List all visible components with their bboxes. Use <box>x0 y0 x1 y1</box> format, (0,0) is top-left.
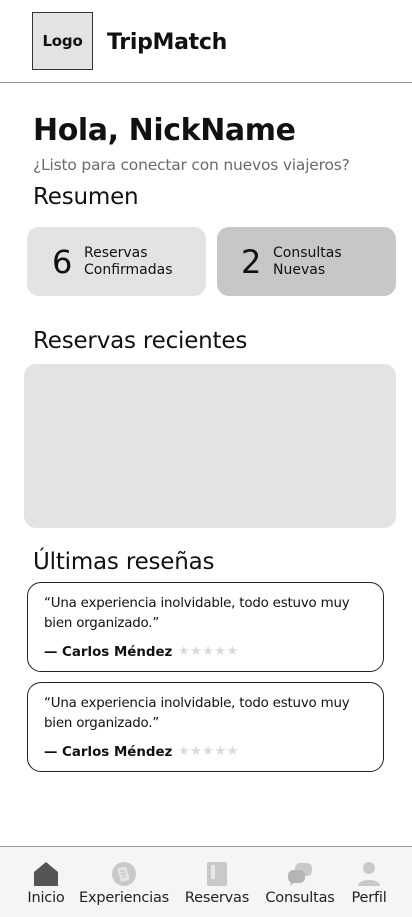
summary-label-line: Consultas <box>273 244 342 261</box>
experiences-icon <box>110 860 138 888</box>
summary-label: Consultas Nuevas <box>273 245 342 279</box>
nav-item-inicio[interactable]: Inicio <box>22 847 70 917</box>
app-title: TripMatch <box>107 30 227 55</box>
nav-label: Inicio <box>27 890 65 906</box>
reviews-title: Últimas reseñas <box>33 549 215 575</box>
nav-item-perfil[interactable]: Perfil <box>348 847 390 917</box>
recent-bookings-placeholder[interactable] <box>24 364 396 528</box>
bottom-nav: Inicio Experiencias Reservas Consultas P… <box>0 846 412 917</box>
chat-icon <box>286 860 314 888</box>
recent-bookings-title: Reservas recientes <box>33 328 248 354</box>
review-card[interactable]: “Una experiencia inolvidable, todo estuv… <box>27 682 384 772</box>
greeting-subtitle: ¿Listo para conectar con nuevos viajeros… <box>33 156 350 174</box>
summary-label-line: Nuevas <box>273 261 326 278</box>
bookings-icon <box>203 860 231 888</box>
nav-label: Perfil <box>351 890 387 906</box>
review-quote: “Una experiencia inolvidable, todo estuv… <box>44 596 350 631</box>
review-author: — Carlos Méndez <box>44 645 173 660</box>
review-stars: ★★★★★ <box>178 744 239 759</box>
profile-icon <box>355 860 383 888</box>
summary-label-line: Reservas <box>84 244 148 261</box>
logo[interactable]: Logo <box>32 12 93 70</box>
summary-label-line: Confirmadas <box>84 261 173 278</box>
summary-title: Resumen <box>33 184 139 210</box>
nav-label: Consultas <box>265 890 335 906</box>
nav-item-reservas[interactable]: Reservas <box>182 847 252 917</box>
greeting-title: Hola, NickName <box>33 113 296 148</box>
home-icon <box>32 860 60 888</box>
summary-count: 6 <box>52 242 73 281</box>
nav-label: Reservas <box>184 890 250 906</box>
summary-card-new-inquiries[interactable]: 2 Consultas Nuevas <box>217 227 396 296</box>
review-stars: ★★★★★ <box>178 644 239 659</box>
summary-count: 2 <box>241 242 262 281</box>
app-header: Logo TripMatch <box>0 0 412 83</box>
nav-item-experiencias[interactable]: Experiencias <box>78 847 170 917</box>
review-card[interactable]: “Una experiencia inolvidable, todo estuv… <box>27 582 384 672</box>
summary-card-confirmed-bookings[interactable]: 6 Reservas Confirmadas <box>27 227 206 296</box>
review-quote: “Una experiencia inolvidable, todo estuv… <box>44 696 350 731</box>
nav-item-consultas[interactable]: Consultas <box>262 847 338 917</box>
review-author: — Carlos Méndez <box>44 745 173 760</box>
summary-label: Reservas Confirmadas <box>84 245 173 279</box>
nav-label: Experiencias <box>78 890 169 906</box>
